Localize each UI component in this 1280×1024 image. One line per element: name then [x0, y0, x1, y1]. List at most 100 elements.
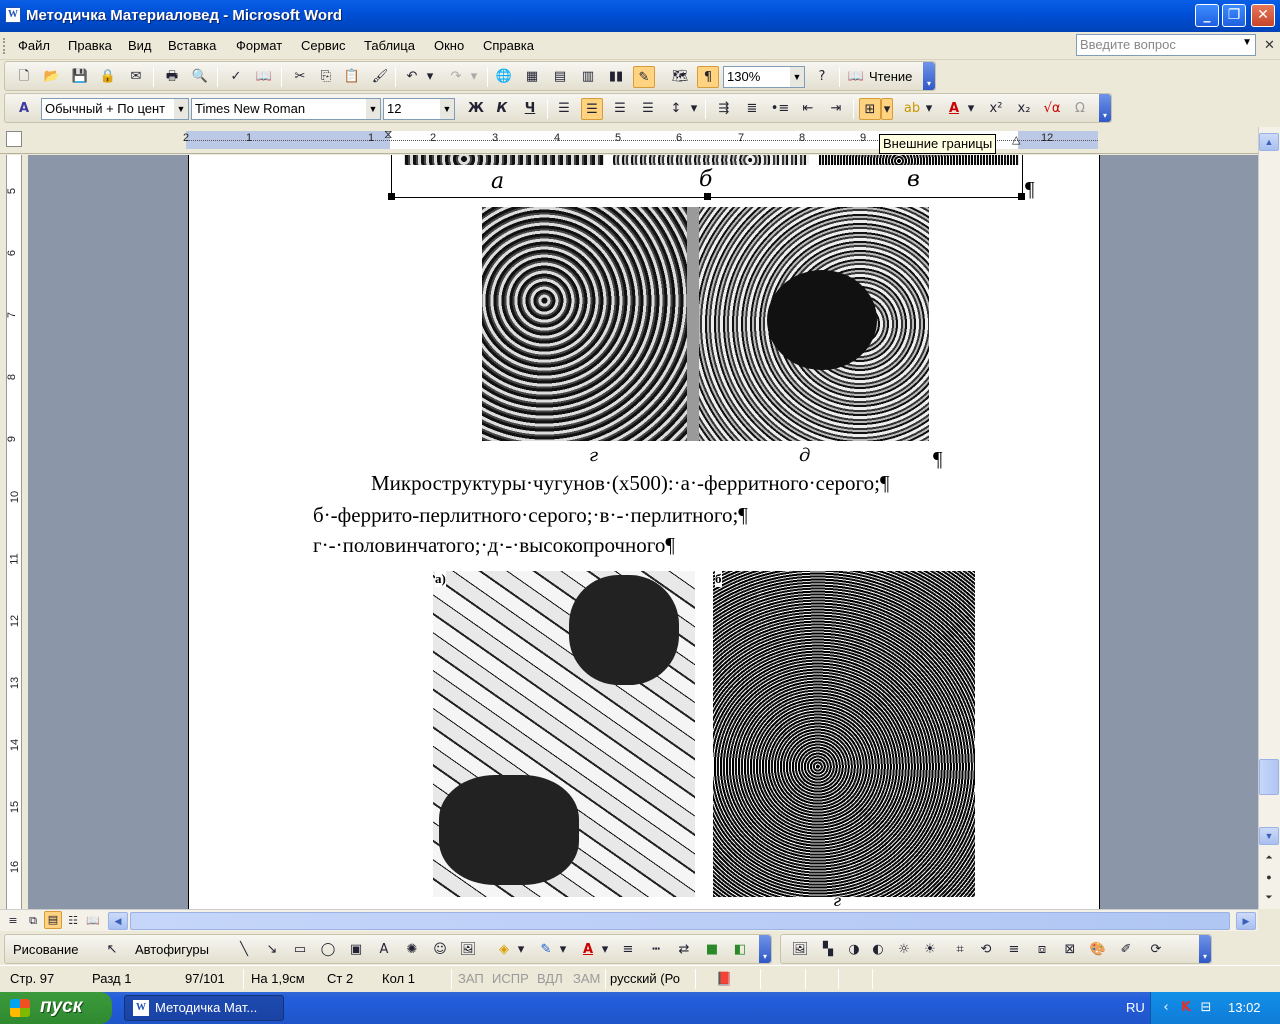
maximize-button[interactable]: ❐ [1222, 4, 1246, 27]
clock[interactable]: 13:02 [1228, 1000, 1261, 1015]
style-combo[interactable]: Обычный + По цент ▼ [41, 98, 189, 120]
select-objects-icon[interactable]: ↖ [101, 939, 123, 961]
print-preview-icon[interactable]: 🔍 [189, 66, 211, 88]
clipart-icon[interactable]: ☺ [429, 939, 451, 961]
menu-file[interactable]: Файл [18, 38, 50, 53]
print-layout-icon[interactable]: ▤ [44, 911, 62, 929]
help-icon[interactable]: ? [811, 66, 833, 88]
chevron-down-icon[interactable]: ▾ [965, 98, 977, 120]
toolbar-options-icon[interactable]: ▾ [1099, 94, 1111, 122]
omega-icon[interactable]: Ω [1069, 98, 1091, 120]
outline-view-icon[interactable]: ☷ [64, 910, 82, 932]
chevron-down-icon[interactable]: ▾ [467, 66, 481, 88]
open-folder-icon[interactable]: 📂 [41, 66, 63, 88]
redo-icon[interactable]: ↷ [445, 66, 467, 88]
drawing-menu[interactable]: Рисование [13, 942, 78, 957]
line-icon[interactable]: ╲ [233, 939, 255, 961]
arrow-icon[interactable]: ↘ [261, 939, 283, 961]
menu-insert[interactable]: Вставка [168, 38, 216, 53]
status-section[interactable]: Разд 1 [92, 971, 131, 986]
spelling-icon[interactable]: ✓ [225, 66, 247, 88]
micrograph-top-left[interactable] [404, 155, 604, 165]
print-icon[interactable]: 🖶 [161, 66, 183, 88]
reset-picture-icon[interactable]: ⟳ [1145, 939, 1167, 961]
text-wrapping-icon[interactable]: ⊠ [1059, 939, 1081, 961]
status-language[interactable]: русский (Ро [610, 971, 680, 986]
document-workspace[interactable]: а б в ¶ г д ¶ Микроструктуры·чугунов·(х5… [28, 155, 1258, 909]
reading-icon[interactable]: 📖 [845, 66, 867, 88]
micrograph-top-right[interactable] [819, 155, 1019, 165]
chevron-down-icon[interactable]: ▼ [174, 99, 188, 119]
bullets-icon[interactable]: •≡ [769, 98, 791, 120]
equation-icon[interactable]: √α [1041, 98, 1063, 120]
chevron-down-icon[interactable]: ▾ [557, 939, 569, 961]
resize-handle[interactable] [704, 193, 711, 200]
decrease-indent-icon[interactable]: ⇤ [797, 98, 819, 120]
less-contrast-icon[interactable]: ◐ [867, 939, 889, 961]
menu-help[interactable]: Справка [483, 38, 534, 53]
taskbar-item-word[interactable]: W Методичка Мат... [124, 995, 284, 1021]
save-icon[interactable]: 💾 [69, 66, 91, 88]
scroll-right-icon[interactable]: ▶ [1236, 912, 1256, 930]
italic-button[interactable]: К [491, 98, 513, 120]
permission-icon[interactable]: 🔒 [97, 66, 119, 88]
highlight-icon[interactable]: ab [901, 98, 923, 120]
email-icon[interactable]: ✉ [125, 66, 147, 88]
diagram-icon[interactable]: ✺ [401, 939, 423, 961]
scroll-down-icon[interactable]: ▼ [1259, 827, 1279, 845]
minimize-button[interactable]: _ [1195, 4, 1219, 27]
hyperlink-icon[interactable]: 🌐 [493, 66, 515, 88]
language-indicator[interactable]: RU [1126, 1000, 1145, 1015]
align-right-icon[interactable]: ☰ [609, 98, 631, 120]
font-color-icon[interactable]: A [943, 98, 965, 120]
menu-table[interactable]: Таблица [364, 38, 415, 53]
next-page-icon[interactable]: ⏷ [1259, 889, 1279, 907]
numbering-icon[interactable]: ≣ [741, 98, 763, 120]
3d-icon[interactable]: ◧ [729, 939, 751, 961]
crop-icon[interactable]: ⌗ [949, 939, 971, 961]
insert-table-icon[interactable]: ▤ [549, 66, 571, 88]
rectangle-icon[interactable]: ▭ [289, 939, 311, 961]
zoom-combo[interactable]: 130% ▼ [723, 66, 805, 88]
status-rec[interactable]: ЗАП [458, 971, 484, 986]
status-line[interactable]: Ст 2 [327, 971, 353, 986]
status-trk[interactable]: ИСПР [492, 971, 529, 986]
chevron-down-icon[interactable]: ▾ [881, 98, 893, 120]
status-ext[interactable]: ВДЛ [537, 971, 563, 986]
font-size-combo[interactable]: 12 ▼ [383, 98, 455, 120]
horizontal-ruler[interactable]: 2 1 1 2 3 4 5 6 7 8 9 12 ⧖ △ [0, 127, 1280, 154]
status-pages[interactable]: 97/101 [185, 971, 225, 986]
chevron-down-icon[interactable]: ▾ [687, 98, 701, 120]
indent-marker-icon[interactable]: ⧖ [384, 127, 392, 142]
status-ovr[interactable]: ЗАМ [573, 971, 600, 986]
dash-style-icon[interactable]: ┅ [645, 939, 667, 961]
fill-color-icon[interactable]: ◈ [493, 939, 515, 961]
scroll-up-icon[interactable]: ▲ [1259, 133, 1279, 151]
scroll-left-icon[interactable]: ◀ [108, 912, 128, 930]
line-color-icon[interactable]: ✎ [535, 939, 557, 961]
resize-handle[interactable] [1018, 193, 1025, 200]
tables-borders-icon[interactable]: ▦ [521, 66, 543, 88]
subscript-icon[interactable]: x₂ [1013, 98, 1035, 120]
superscript-icon[interactable]: x² [985, 98, 1007, 120]
right-indent-icon[interactable]: △ [1012, 133, 1020, 146]
align-center-icon[interactable]: ☰ [581, 98, 603, 120]
antivirus-icon[interactable]: K [1177, 997, 1195, 1019]
color-icon[interactable]: ▚ [817, 939, 839, 961]
undo-icon[interactable]: ↶ [401, 66, 423, 88]
format-picture-icon[interactable]: 🎨 [1087, 939, 1109, 961]
research-icon[interactable]: 📖 [253, 66, 275, 88]
menu-edit[interactable]: Правка [68, 38, 112, 53]
document-map-icon[interactable]: 🗺 [669, 66, 691, 88]
previous-page-icon[interactable]: ⏶ [1259, 849, 1279, 867]
toolbar-options-icon[interactable]: ▾ [759, 935, 771, 963]
chevron-down-icon[interactable]: ▼ [790, 67, 804, 87]
reading-view-icon[interactable]: 📖 [84, 910, 102, 932]
start-button[interactable]: пуск [0, 992, 112, 1024]
web-view-icon[interactable]: ⧉ [24, 910, 42, 932]
menu-view[interactable]: Вид [128, 38, 152, 53]
styles-icon[interactable]: A [13, 98, 35, 120]
show-hidden-icons-icon[interactable]: ‹ [1157, 997, 1175, 1019]
wordart-icon[interactable]: A [373, 939, 395, 961]
less-brightness-icon[interactable]: ☀ [919, 939, 941, 961]
